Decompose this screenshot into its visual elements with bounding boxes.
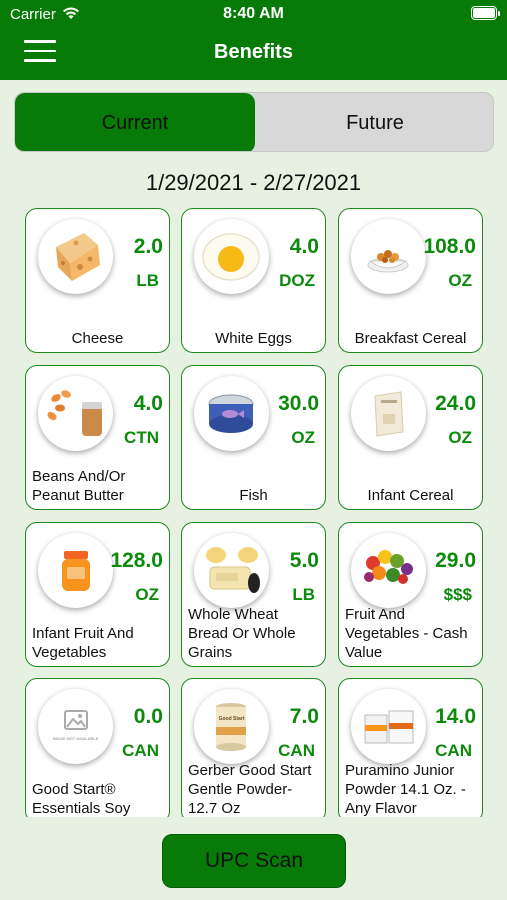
benefit-name: Beans And/Or Peanut Butter bbox=[32, 468, 126, 504]
benefit-card-cheese[interactable]: 2.0 LB Cheese bbox=[25, 208, 170, 353]
benefit-name: White Eggs bbox=[215, 330, 292, 347]
benefit-card-white-eggs[interactable]: 4.0 DOZ White Eggs bbox=[181, 208, 326, 353]
benefit-unit: DOZ bbox=[279, 271, 315, 290]
benefit-name: Fish bbox=[239, 487, 268, 504]
clock-label: 8:40 AM bbox=[223, 5, 284, 22]
benefits-grid: 2.0 LB Cheese 4.0 DOZ White Eggs 108.0 O… bbox=[0, 200, 507, 817]
page-title: Benefits bbox=[214, 41, 293, 63]
benefit-quantity: 4.0 bbox=[289, 235, 319, 258]
benefit-quantity: 24.0 bbox=[435, 392, 476, 415]
benefit-unit: LB bbox=[136, 271, 159, 290]
benefit-quantity: 0.0 bbox=[133, 705, 163, 728]
benefit-quantity: 30.0 bbox=[278, 392, 319, 415]
benefit-name: Whole Wheat Bread Or Whole Grains bbox=[188, 606, 296, 661]
benefit-unit: OZ bbox=[291, 428, 315, 447]
formula-can-icon: Good Start bbox=[194, 689, 269, 764]
benefit-unit: CTN bbox=[124, 428, 159, 447]
image-not-available-label: IMAGE NOT AVAILABLE bbox=[52, 736, 99, 741]
benefit-quantity: 5.0 bbox=[289, 549, 319, 572]
benefit-name: Fruit And Vegetables - Cash Value bbox=[345, 606, 468, 661]
benefit-card-infant-fruit-vegetables[interactable]: 128.0 OZ Infant Fruit And Vegetables bbox=[25, 522, 170, 667]
upc-scan-button[interactable]: UPC Scan bbox=[162, 834, 346, 888]
period-segmented-control: Current Future bbox=[14, 92, 494, 152]
benefit-card-breakfast-cereal[interactable]: 108.0 OZ Breakfast Cereal bbox=[338, 208, 483, 353]
benefit-card-fish[interactable]: 30.0 OZ Fish bbox=[181, 365, 326, 510]
benefit-unit: CAN bbox=[435, 741, 472, 760]
benefit-quantity: 128.0 bbox=[110, 549, 163, 572]
produce-icon bbox=[351, 533, 426, 608]
benefit-unit: OZ bbox=[448, 428, 472, 447]
benefit-card-infant-cereal[interactable]: 24.0 OZ Infant Cereal bbox=[338, 365, 483, 510]
nav-header: Carrier 8:40 AM Benefits bbox=[0, 0, 507, 80]
baby-food-jar-icon bbox=[38, 533, 113, 608]
beans-peanut-butter-icon bbox=[38, 376, 113, 451]
benefit-card-whole-wheat-bread[interactable]: 5.0 LB Whole Wheat Bread Or Whole Grains bbox=[181, 522, 326, 667]
cereal-icon bbox=[351, 219, 426, 294]
benefit-name: Puramino Junior Powder 14.1 Oz. - Any Fl… bbox=[345, 762, 466, 817]
benefit-name: Cheese bbox=[71, 330, 124, 347]
benefit-name: Breakfast Cereal bbox=[354, 330, 467, 347]
benefit-unit: LB bbox=[292, 585, 315, 604]
benefit-unit: OZ bbox=[135, 585, 159, 604]
benefit-name: Gerber Good Start Gentle Powder-12.7 Oz bbox=[188, 762, 312, 817]
benefit-quantity: 29.0 bbox=[435, 549, 476, 572]
benefit-name: Infant Fruit And Vegetables bbox=[32, 625, 134, 661]
benefit-quantity: 14.0 bbox=[435, 705, 476, 728]
benefit-name: Good Start® Essentials Soy bbox=[32, 781, 131, 817]
benefit-unit: CAN bbox=[122, 741, 159, 760]
benefit-quantity: 4.0 bbox=[133, 392, 163, 415]
benefit-quantity: 108.0 bbox=[423, 235, 476, 258]
tab-current[interactable]: Current bbox=[15, 93, 255, 151]
benefit-card-beans-peanut-butter[interactable]: 4.0 CTN Beans And/Or Peanut Butter bbox=[25, 365, 170, 510]
image-not-available-icon: IMAGE NOT AVAILABLE bbox=[38, 689, 113, 764]
benefit-card-fruit-vegetables-cash-value[interactable]: 29.0 $$$ Fruit And Vegetables - Cash Val… bbox=[338, 522, 483, 667]
egg-icon bbox=[194, 219, 269, 294]
formula-cans-icon bbox=[351, 689, 426, 764]
tab-future[interactable]: Future bbox=[255, 93, 493, 151]
bread-icon bbox=[194, 533, 269, 608]
benefit-name: Infant Cereal bbox=[367, 487, 454, 504]
cheese-icon bbox=[38, 219, 113, 294]
benefit-card-gerber-good-start-gentle[interactable]: Good Start 7.0 CAN Gerber Good Start Gen… bbox=[181, 678, 326, 817]
fish-can-icon bbox=[194, 376, 269, 451]
formula-can-label: Good Start bbox=[218, 716, 245, 722]
benefit-unit: CAN bbox=[278, 741, 315, 760]
infant-cereal-icon bbox=[351, 376, 426, 451]
benefit-quantity: 7.0 bbox=[289, 705, 319, 728]
benefit-quantity: 2.0 bbox=[133, 235, 163, 258]
benefit-unit: $$$ bbox=[443, 585, 472, 604]
benefit-card-good-start-essentials-soy[interactable]: IMAGE NOT AVAILABLE 0.0 CAN Good Start® … bbox=[25, 678, 170, 817]
benefit-card-puramino-junior[interactable]: 14.0 CAN Puramino Junior Powder 14.1 Oz.… bbox=[338, 678, 483, 817]
benefit-unit: OZ bbox=[448, 271, 472, 290]
status-bar: Carrier 8:40 AM bbox=[0, 0, 507, 28]
battery-icon bbox=[471, 6, 500, 20]
benefit-date-range: 1/29/2021 - 2/27/2021 bbox=[145, 170, 362, 195]
